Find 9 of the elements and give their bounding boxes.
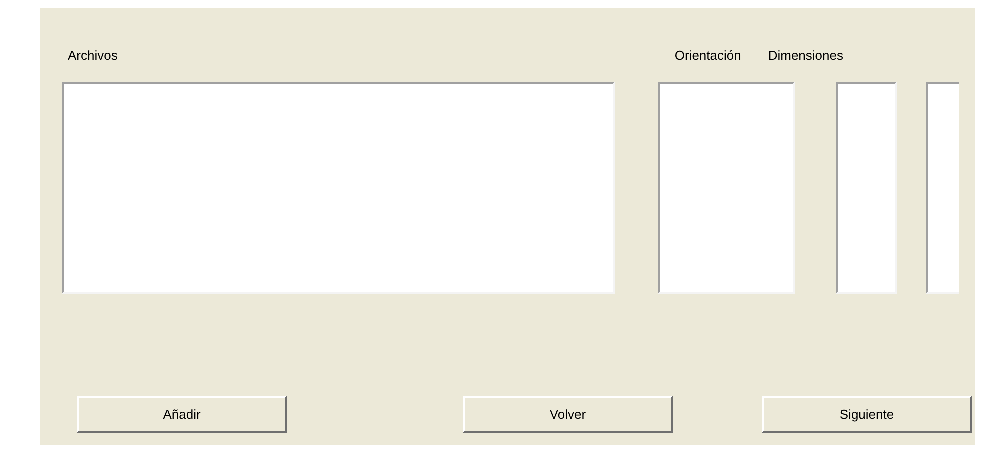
dimensions-list[interactable] xyxy=(926,82,959,294)
dimensions-list[interactable] xyxy=(836,82,897,294)
orientation-label: Orientación xyxy=(674,47,742,66)
action-button[interactable]: Siguiente xyxy=(762,396,972,433)
dimensions-label: Dimensiones xyxy=(768,47,844,66)
action-button[interactable]: Añadir xyxy=(77,396,287,433)
orientation-list[interactable] xyxy=(658,82,795,294)
files-label: Archivos xyxy=(68,47,118,66)
action-button[interactable]: Volver xyxy=(463,396,673,433)
